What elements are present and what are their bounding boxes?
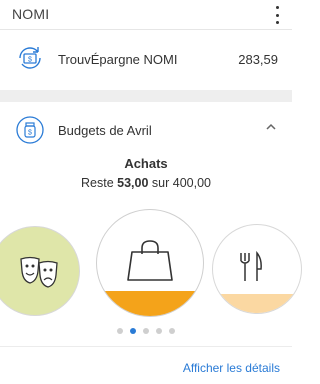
carousel-dot[interactable]	[143, 328, 149, 334]
savings-name: TrouvÉpargne NOMI	[58, 52, 178, 67]
top-bar: NOMI	[0, 0, 292, 30]
remaining-amount: 53,00	[117, 176, 149, 190]
savings-amount: 283,59	[238, 52, 278, 67]
carousel-dot[interactable]	[130, 328, 136, 334]
card-divider	[0, 346, 292, 347]
category-remaining: Reste 53,00 sur 400,00	[0, 176, 292, 190]
savings-transfer-icon: $	[19, 47, 41, 69]
chevron-up-icon[interactable]	[264, 122, 278, 132]
svg-text:$: $	[28, 57, 32, 64]
budget-jar-icon: $	[16, 116, 44, 144]
budget-spent-fill	[97, 291, 203, 316]
of-text: sur	[151, 176, 170, 190]
remaining-prefix: Reste	[81, 176, 114, 190]
shopping-bag-icon	[127, 240, 173, 281]
app-title: NOMI	[12, 6, 50, 22]
category-name: Achats	[124, 156, 168, 171]
show-details-link[interactable]: Afficher les détails	[183, 361, 280, 375]
next-budget-fill	[213, 293, 301, 313]
carousel-pagination	[0, 328, 292, 334]
theater-masks-icon	[20, 256, 58, 288]
budgets-title: Budgets de Avril	[58, 123, 152, 138]
svg-text:$: $	[28, 130, 32, 137]
next-category-circle[interactable]	[212, 224, 302, 314]
budgets-card: $ Budgets de Avril Achats Reste 53,00 su…	[0, 102, 302, 384]
carousel-dot[interactable]	[156, 328, 162, 334]
fork-knife-icon	[240, 251, 262, 281]
current-category-circle[interactable]	[96, 209, 204, 317]
total-amount: 400,00	[172, 176, 211, 190]
section-separator	[0, 90, 292, 102]
carousel-dot[interactable]	[169, 328, 175, 334]
kebab-menu-icon[interactable]	[270, 6, 284, 24]
carousel-dot[interactable]	[117, 328, 123, 334]
prev-category-circle[interactable]	[0, 226, 80, 316]
savings-row[interactable]: $ TrouvÉpargne NOMI 283,59	[0, 30, 292, 90]
